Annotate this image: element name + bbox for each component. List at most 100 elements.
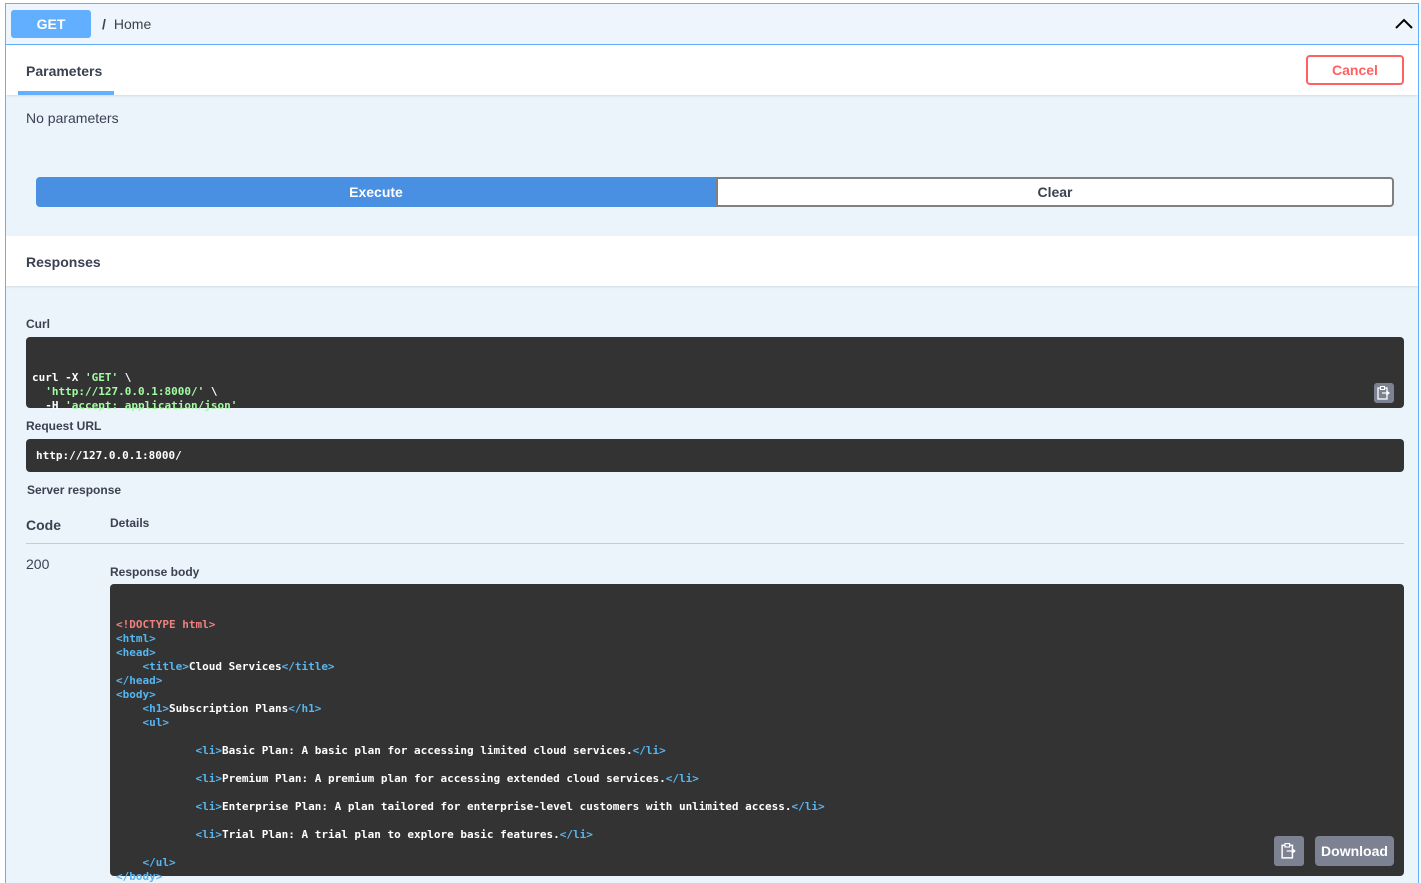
response-line: <title>Cloud Services</title> [116,660,1398,674]
response-line: <body> [116,688,1398,702]
curl-tail: \ [204,385,218,398]
curl-plain: -H [32,399,66,412]
response-line: </head> [116,674,1398,688]
curl-line: 'http://127.0.0.1:8000/' \ [32,385,1398,399]
response-line [116,786,1398,800]
html-open-tag: <li> [195,800,222,813]
html-open-tag: <ul> [142,716,170,729]
response-line: <html> [116,632,1398,646]
response-status-code: 200 [26,556,50,572]
html-open-tag: </body> [116,870,163,883]
html-text: Cloud Services [188,660,282,673]
response-line: <li>Premium Plan: A premium plan for acc… [116,772,1398,786]
copy-to-clipboard-icon [1281,843,1296,859]
operation-block: GET / Home Parameters Cancel No parameter… [5,3,1419,883]
execute-button[interactable]: Execute [36,177,716,207]
response-line: </body> [116,870,1398,883]
response-body-label: Response body [110,565,200,579]
copy-curl-button[interactable] [1374,383,1394,403]
response-body[interactable]: <!DOCTYPE html> <html> <head> <title>Cloud… [110,584,1404,883]
path-slash: / [102,16,106,32]
endpoint-path: / Home [102,16,151,32]
response-line [116,814,1398,828]
html-close-tag: </li> [791,800,825,813]
response-body-lines: <!DOCTYPE html> <html> <head> <title>Cloud… [116,618,1398,883]
curl-line: curl -X 'GET' \ [32,371,1398,385]
response-line [116,842,1398,856]
html-open-tag: <li> [195,744,222,757]
html-close-tag: </li> [559,828,593,841]
response-line: <li>Trial Plan: A trial plan to explore … [116,828,1398,842]
html-close-tag: </title> [281,660,335,673]
download-button[interactable]: Download [1315,836,1394,866]
copy-to-clipboard-icon [1377,386,1390,400]
cancel-button[interactable]: Cancel [1306,55,1404,85]
request-url-value[interactable]: http://127.0.0.1:8000/ [26,439,1404,472]
response-line: <ul> [116,716,1398,730]
response-line: <li>Basic Plan: A basic plan for accessi… [116,744,1398,758]
method-badge: GET [11,10,91,38]
html-close-tag: </li> [632,744,666,757]
curl-label: Curl [26,317,50,331]
html-text: Enterprise Plan: A plan tailored for ent… [221,800,792,813]
response-line: <head> [116,646,1398,660]
table-divider [26,543,1404,544]
clear-button[interactable]: Clear [716,177,1394,207]
responses-header: Responses [6,236,1418,286]
html-close-tag: </li> [665,772,699,785]
curl-lines: curl -X 'GET' \ 'http://127.0.0.1:8000/'… [32,371,1398,413]
html-open-tag: <body> [116,688,156,701]
html-close-tag: </h1> [288,702,322,715]
tab-parameters[interactable]: Parameters [18,45,114,95]
response-line: </ul> [116,856,1398,870]
response-line: <li>Enterprise Plan: A plan tailored for… [116,800,1398,814]
curl-plain [32,385,45,398]
parameters-header: Parameters Cancel [6,45,1418,95]
details-column-header: Details [110,516,150,530]
html-open-tag: </head> [116,674,163,687]
request-url-label: Request URL [26,419,102,433]
html-open-tag: <html> [116,632,156,645]
operation-summary[interactable]: GET / Home [6,4,1418,45]
curl-plain: curl -X [32,371,85,384]
tab-parameters-label: Parameters [26,63,103,79]
curl-string: 'GET' [84,371,119,384]
tab-active-indicator [18,91,114,95]
curl-string: 'http://127.0.0.1:8000/' [45,385,205,398]
html-text: Trial Plan: A trial plan to explore basi… [221,828,560,841]
html-text: Premium Plan: A premium plan for accessi… [221,772,666,785]
curl-line: -H 'accept: application/json' [32,399,1398,413]
response-line [116,730,1398,744]
execute-wrapper: Execute Clear [36,177,1394,207]
endpoint-summary: Home [113,16,152,32]
html-text: Subscription Plans [169,702,289,715]
response-line: <!DOCTYPE html> [116,618,1398,632]
html-open-tag: <li> [195,828,222,841]
html-open-tag: <head> [116,646,156,659]
response-line [116,758,1398,772]
no-parameters-text: No parameters [26,110,119,126]
chevron-up-icon[interactable] [1392,12,1416,36]
html-open-tag: <title> [142,660,189,673]
copy-response-button[interactable] [1274,836,1304,866]
code-column-header: Code [26,517,61,533]
html-open-tag: </ul> [142,856,176,869]
server-response-label: Server response [27,483,122,497]
curl-tail: \ [118,371,132,384]
curl-string: 'accept: application/json' [65,399,238,412]
curl-command[interactable]: curl -X 'GET' \ 'http://127.0.0.1:8000/'… [26,337,1404,412]
html-open-tag: <!DOCTYPE html> [116,618,216,631]
html-open-tag: <li> [195,772,222,785]
response-line: <h1>Subscription Plans</h1> [116,702,1398,716]
html-text: Basic Plan: A basic plan for accessing l… [221,744,633,757]
html-open-tag: <h1> [142,702,170,715]
responses-title: Responses [26,254,101,270]
